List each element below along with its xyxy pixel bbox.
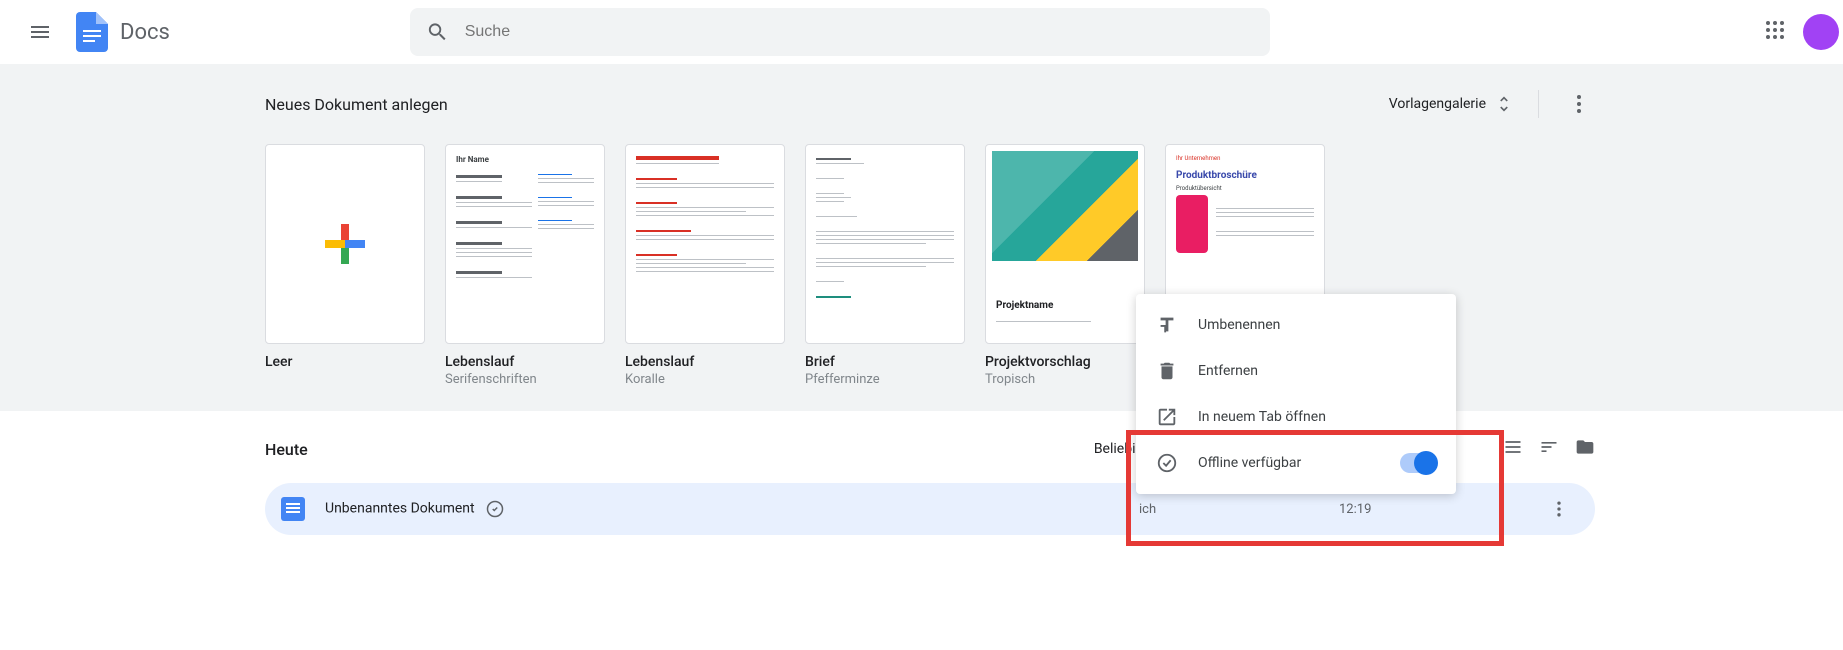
list-view-button[interactable] bbox=[1503, 437, 1523, 461]
document-context-menu: Umbenennen Entfernen In neuem Tab öffnen… bbox=[1136, 294, 1456, 494]
template-thumb bbox=[805, 144, 965, 344]
sort-az-icon bbox=[1539, 437, 1559, 457]
thumb-heading: Projektname bbox=[996, 300, 1053, 311]
template-thumb: Projektname bbox=[985, 144, 1145, 344]
open-in-new-icon bbox=[1156, 406, 1178, 428]
templates-section: Neues Dokument anlegen Vorlagengalerie L… bbox=[0, 64, 1843, 411]
template-blank[interactable]: Leer bbox=[265, 144, 425, 387]
gallery-label: Vorlagengalerie bbox=[1389, 96, 1486, 112]
hamburger-icon bbox=[28, 20, 52, 44]
template-resume-coral[interactable]: Lebenslauf Koralle bbox=[625, 144, 785, 387]
menu-label: Offline verfügbar bbox=[1198, 455, 1301, 471]
logo[interactable]: Docs bbox=[72, 12, 170, 52]
template-thumb bbox=[265, 144, 425, 344]
divider bbox=[1538, 90, 1539, 118]
templates-more-button[interactable] bbox=[1563, 88, 1595, 120]
menu-rename[interactable]: Umbenennen bbox=[1136, 302, 1456, 348]
folder-button[interactable] bbox=[1575, 437, 1595, 461]
offline-toggle[interactable] bbox=[1400, 453, 1436, 473]
google-apps-button[interactable] bbox=[1763, 18, 1787, 46]
template-name: Brief bbox=[805, 354, 965, 370]
menu-offline-available[interactable]: Offline verfügbar bbox=[1136, 440, 1456, 486]
document-title: Unbenanntes Dokument bbox=[325, 500, 504, 518]
templates-title: Neues Dokument anlegen bbox=[265, 95, 448, 114]
template-name: Lebenslauf bbox=[445, 354, 605, 370]
list-icon bbox=[1503, 437, 1523, 457]
plus-icon bbox=[321, 220, 369, 268]
docs-logo-icon bbox=[72, 12, 112, 52]
menu-label: In neuem Tab öffnen bbox=[1198, 409, 1326, 425]
thumb-company: Ihr Unternehmen bbox=[1176, 155, 1314, 162]
offline-icon bbox=[1156, 452, 1178, 474]
template-name: Lebenslauf bbox=[625, 354, 785, 370]
apps-grid-icon bbox=[1763, 18, 1787, 42]
app-title: Docs bbox=[120, 20, 170, 45]
menu-label: Entfernen bbox=[1198, 363, 1258, 379]
offline-available-icon bbox=[486, 500, 504, 518]
template-thumb bbox=[625, 144, 785, 344]
template-subtitle: Tropisch bbox=[985, 372, 1145, 387]
template-project-proposal[interactable]: Projektname Projektvorschlag Tropisch bbox=[985, 144, 1145, 387]
folder-icon bbox=[1575, 437, 1595, 457]
thumb-title: Produktbroschüre bbox=[1176, 170, 1314, 181]
document-more-button[interactable] bbox=[1539, 499, 1579, 519]
header: Docs bbox=[0, 0, 1843, 64]
template-subtitle: Koralle bbox=[625, 372, 785, 387]
search-bar[interactable] bbox=[410, 8, 1270, 56]
account-avatar[interactable] bbox=[1803, 14, 1839, 50]
search-input[interactable] bbox=[465, 23, 1254, 41]
document-time: 12:19 bbox=[1339, 502, 1539, 517]
template-name: Projektvorschlag bbox=[985, 354, 1145, 370]
menu-remove[interactable]: Entfernen bbox=[1136, 348, 1456, 394]
template-name: Leer bbox=[265, 354, 425, 370]
thumb-heading: Ihr Name bbox=[456, 155, 532, 164]
template-subtitle: Serifenschriften bbox=[445, 372, 605, 387]
template-thumb: Ihr Name bbox=[445, 144, 605, 344]
template-gallery-button[interactable]: Vorlagengalerie bbox=[1389, 94, 1514, 114]
template-resume-serif[interactable]: Ihr Name Lebenslauf bbox=[445, 144, 605, 387]
menu-open-new-tab[interactable]: In neuem Tab öffnen bbox=[1136, 394, 1456, 440]
trash-icon bbox=[1156, 360, 1178, 382]
menu-label: Umbenennen bbox=[1198, 317, 1280, 333]
more-vert-icon bbox=[1567, 92, 1591, 116]
doc-file-icon bbox=[281, 497, 305, 521]
text-icon bbox=[1156, 314, 1178, 336]
sort-options-button[interactable] bbox=[1539, 437, 1559, 461]
search-icon bbox=[426, 20, 449, 44]
unfold-icon bbox=[1494, 94, 1514, 114]
thumb-sub: Produktübersicht bbox=[1176, 185, 1314, 192]
template-subtitle: Pfefferminze bbox=[805, 372, 965, 387]
main-menu-button[interactable] bbox=[16, 8, 64, 56]
more-vert-icon bbox=[1549, 499, 1569, 519]
section-heading: Heute bbox=[265, 440, 308, 459]
document-owner: ich bbox=[1139, 502, 1339, 517]
template-letter[interactable]: Brief Pfefferminze bbox=[805, 144, 965, 387]
